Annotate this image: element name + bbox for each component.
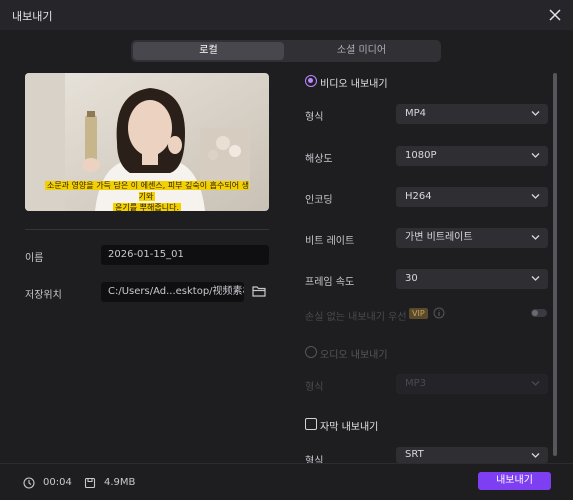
audio-format-value: MP3	[405, 378, 427, 389]
resolution-value: 1080P	[405, 150, 437, 161]
vip-badge: VIP	[409, 308, 428, 319]
info-icon[interactable]	[433, 307, 445, 319]
left-divider	[25, 229, 269, 230]
subtitle-export-checkbox[interactable]	[305, 418, 317, 430]
duration-value: 00:04	[43, 477, 72, 488]
chevron-down-icon	[531, 235, 540, 240]
folder-icon[interactable]	[251, 283, 267, 299]
audio-export-radio[interactable]	[305, 346, 317, 358]
bitrate-value: 가변 비트레이트	[405, 232, 473, 243]
export-button[interactable]: 내보내기	[478, 472, 551, 490]
name-input[interactable]: 2026-01-15_01	[101, 245, 269, 265]
chevron-down-icon	[531, 276, 540, 281]
name-label: 이름	[25, 253, 44, 264]
file-size-value: 4.9MB	[104, 477, 136, 488]
window-title: 내보내기	[12, 10, 53, 23]
framerate-value: 30	[405, 273, 418, 284]
tab-local[interactable]: 로컬	[133, 42, 284, 60]
encoding-value: H264	[405, 191, 432, 202]
bitrate-label: 비트 레이트	[305, 236, 355, 247]
file-size-icon	[84, 477, 96, 489]
video-export-radio[interactable]	[305, 75, 317, 87]
chevron-down-icon	[531, 381, 540, 386]
format-select[interactable]: MP4	[396, 104, 548, 124]
video-export-label[interactable]: 비디오 내보내기	[320, 75, 388, 90]
title-bar: 내보내기	[0, 0, 573, 30]
chevron-down-icon	[531, 194, 540, 199]
audio-format-label: 형식	[305, 382, 324, 393]
subtitle-line-1: 소문과 영양을 가득 담은 이 에센스, 피부 깊숙이 흡수되어 생기와	[44, 181, 250, 201]
location-label: 저장위치	[25, 290, 62, 301]
close-icon[interactable]	[545, 5, 565, 25]
location-input[interactable]: C:/Users/Ad...esktop/视频素材	[101, 282, 244, 302]
format-value: MP4	[405, 108, 427, 119]
resolution-label: 해상도	[305, 154, 333, 165]
subtitle-format-select[interactable]: SRT	[396, 447, 548, 463]
chevron-down-icon	[531, 111, 540, 116]
video-preview: 소문과 영양을 가득 담은 이 에센스, 피부 깊숙이 흡수되어 생기와 윤기를…	[25, 73, 269, 211]
framerate-select[interactable]: 30	[396, 269, 548, 289]
settings-scrollbar[interactable]	[553, 73, 557, 456]
audio-format-select: MP3	[396, 374, 548, 394]
format-label: 형식	[305, 112, 324, 123]
chevron-down-icon	[531, 153, 540, 158]
encoding-label: 인코딩	[305, 195, 333, 206]
framerate-label: 프레임 속도	[305, 277, 355, 288]
resolution-select[interactable]: 1080P	[396, 146, 548, 166]
subtitle-export-label[interactable]: 자막 내보내기	[320, 418, 378, 433]
lossless-toggle[interactable]	[531, 309, 547, 317]
subtitle-overlay: 소문과 영양을 가득 담은 이 에센스, 피부 깊숙이 흡수되어 생기와 윤기를…	[43, 180, 251, 211]
audio-export-label[interactable]: 오디오 내보내기	[320, 346, 388, 361]
clock-icon	[23, 477, 35, 489]
subtitle-format-value: SRT	[405, 449, 424, 460]
chevron-down-icon	[531, 453, 540, 458]
subtitle-line-2: 윤기를 뿌해줍니다.	[113, 203, 181, 211]
tab-social-media[interactable]: 소셜 미디어	[286, 42, 437, 60]
bitrate-select[interactable]: 가변 비트레이트	[396, 228, 548, 248]
lossless-label: 손실 없는 내보내기 우선	[305, 312, 407, 323]
encoding-select[interactable]: H264	[396, 187, 548, 207]
scrollbar-thumb[interactable]	[553, 73, 557, 456]
export-tabs: 로컬 소셜 미디어	[131, 40, 441, 62]
